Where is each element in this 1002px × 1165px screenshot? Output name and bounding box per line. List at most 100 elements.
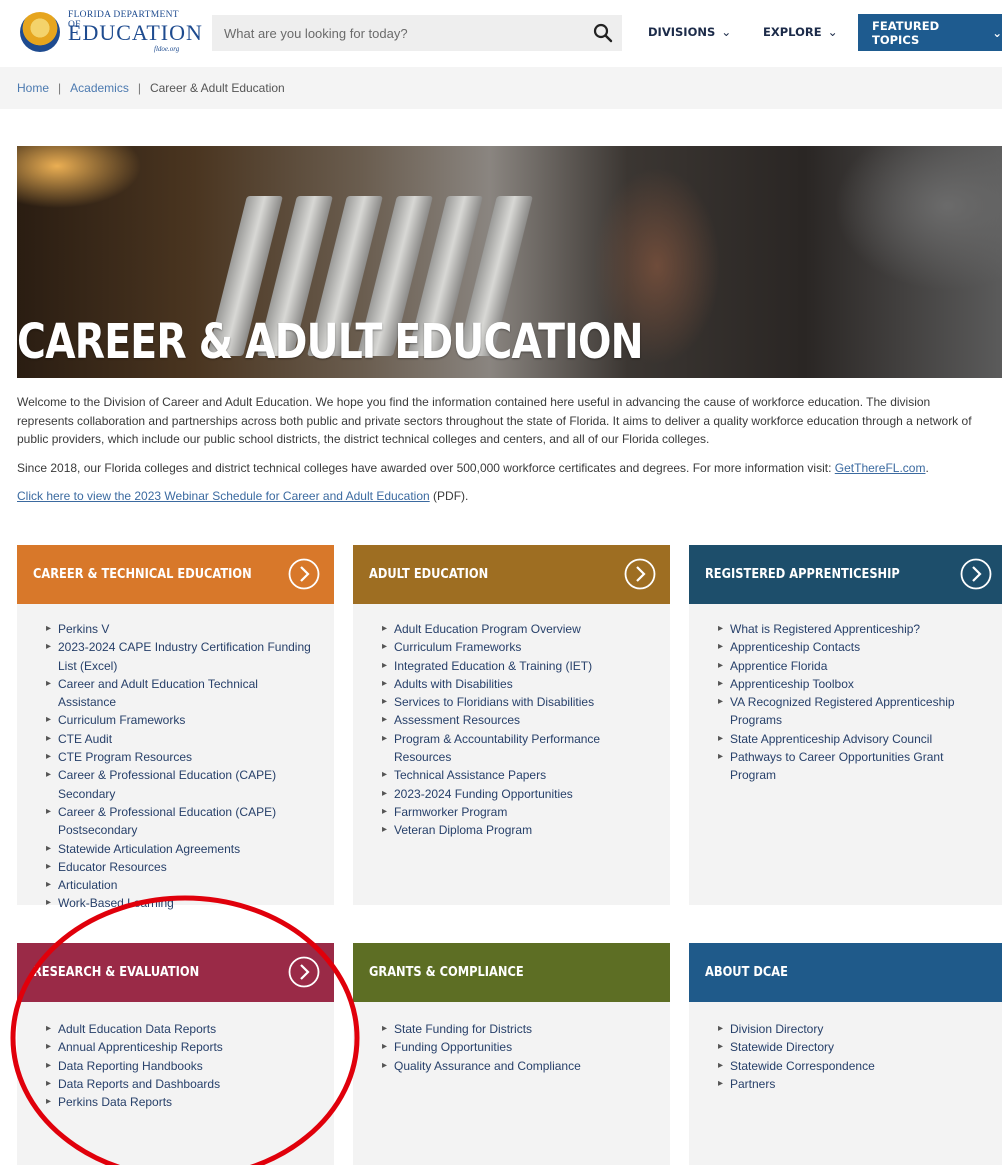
card-adult-education: ADULT EDUCATION Adult Education Program … [353, 545, 670, 905]
breadcrumb-home[interactable]: Home [17, 81, 49, 95]
list-item[interactable]: VA Recognized Registered Apprenticeship … [718, 693, 986, 730]
card-link-list: What is Registered Apprenticeship? Appre… [689, 604, 1002, 785]
search-input[interactable] [212, 15, 596, 51]
list-item[interactable]: Annual Apprenticeship Reports [46, 1038, 314, 1057]
breadcrumb: Home | Academics | Career & Adult Educat… [0, 67, 1002, 109]
list-item[interactable]: Statewide Directory [718, 1038, 986, 1057]
page-title: CAREER & ADULT EDUCATION [17, 314, 644, 370]
list-item[interactable]: Work-Based Learning [46, 894, 314, 913]
list-item[interactable]: Perkins Data Reports [46, 1093, 314, 1112]
list-item[interactable]: Technical Assistance Papers [382, 766, 650, 785]
card-title: RESEARCH & EVALUATION [33, 965, 200, 980]
search-icon[interactable] [592, 22, 614, 44]
list-item[interactable]: Services to Floridians with Disabilities [382, 693, 650, 712]
list-item[interactable]: Apprentice Florida [718, 657, 986, 676]
list-item[interactable]: Farmworker Program [382, 803, 650, 822]
card-career-technical-education: CAREER & TECHNICAL EDUCATION Perkins V 2… [17, 545, 334, 913]
webinar-schedule-link[interactable]: Click here to view the 2023 Webinar Sche… [17, 489, 430, 503]
list-item[interactable]: Career & Professional Education (CAPE) S… [46, 766, 314, 803]
card-title: ABOUT DCAE [705, 965, 788, 980]
nav-divisions-label: DIVISIONS [648, 25, 716, 39]
card-header[interactable]: ADULT EDUCATION [353, 545, 670, 604]
arrow-right-circle-icon[interactable] [288, 558, 320, 590]
card-about-dcae: ABOUT DCAE Division Directory Statewide … [689, 943, 1002, 1165]
list-item[interactable]: Curriculum Frameworks [382, 638, 650, 657]
card-research-evaluation: RESEARCH & EVALUATION Adult Education Da… [17, 943, 334, 1165]
card-title: REGISTERED APPRENTICESHIP [705, 567, 900, 582]
nav-explore-label: EXPLORE [763, 25, 822, 39]
list-item[interactable]: Program & Accountability Performance Res… [382, 730, 650, 767]
list-item[interactable]: 2023-2024 Funding Opportunities [382, 785, 650, 804]
list-item[interactable]: State Apprenticeship Advisory Council [718, 730, 986, 749]
hero-banner: CAREER & ADULT EDUCATION [17, 146, 1002, 378]
list-item[interactable]: Career & Professional Education (CAPE) P… [46, 803, 314, 840]
logo-line-3: fldoe.org [154, 45, 180, 53]
card-grants-compliance: GRANTS & COMPLIANCE State Funding for Di… [353, 943, 670, 1165]
card-header[interactable]: RESEARCH & EVALUATION [17, 943, 334, 1002]
intro-paragraph-2: Since 2018, our Florida colleges and dis… [17, 460, 929, 475]
list-item[interactable]: Statewide Articulation Agreements [46, 840, 314, 859]
list-item[interactable]: Data Reporting Handbooks [46, 1057, 314, 1076]
list-item[interactable]: Pathways to Career Opportunities Grant P… [718, 748, 986, 785]
list-item[interactable]: Perkins V [46, 620, 314, 639]
card-link-list: Adult Education Data Reports Annual Appr… [17, 1002, 334, 1112]
list-item[interactable]: What is Registered Apprenticeship? [718, 620, 986, 639]
intro-text: Welcome to the Division of Career and Ad… [17, 393, 987, 516]
card-link-list: Perkins V 2023-2024 CAPE Industry Certif… [17, 604, 334, 913]
chevron-down-icon: ⌄ [721, 25, 732, 39]
list-item[interactable]: Statewide Correspondence [718, 1057, 986, 1076]
list-item[interactable]: Adults with Disabilities [382, 675, 650, 694]
card-title: ADULT EDUCATION [369, 567, 489, 582]
list-item[interactable]: Veteran Diploma Program [382, 821, 650, 840]
getthere-link[interactable]: GetThereFL.com [835, 461, 926, 475]
list-item[interactable]: Assessment Resources [382, 711, 650, 730]
nav-divisions[interactable]: DIVISIONS ⌄ [648, 25, 731, 39]
nav-featured-topics[interactable]: FEATURED TOPICS ⌄ [858, 14, 1002, 51]
intro-paragraph-3: Click here to view the 2023 Webinar Sche… [17, 489, 469, 503]
list-item[interactable]: CTE Program Resources [46, 748, 314, 767]
list-item[interactable]: Partners [718, 1075, 986, 1094]
chevron-down-icon: ⌄ [992, 25, 1002, 40]
list-item[interactable]: Apprenticeship Toolbox [718, 675, 986, 694]
breadcrumb-academics[interactable]: Academics [70, 81, 129, 95]
list-item[interactable]: Adult Education Data Reports [46, 1020, 314, 1039]
list-item[interactable]: Division Directory [718, 1020, 986, 1039]
search-box [212, 15, 622, 51]
card-header[interactable]: ABOUT DCAE [689, 943, 1002, 1002]
chevron-down-icon: ⌄ [827, 25, 838, 39]
list-item[interactable]: Funding Opportunities [382, 1038, 650, 1057]
arrow-right-circle-icon[interactable] [624, 558, 656, 590]
card-link-list: Division Directory Statewide Directory S… [689, 1002, 1002, 1093]
card-title: GRANTS & COMPLIANCE [369, 965, 524, 980]
intro-paragraph: Welcome to the Division of Career and Ad… [17, 395, 972, 446]
state-seal-icon [20, 12, 60, 52]
list-item[interactable]: Educator Resources [46, 858, 314, 877]
list-item[interactable]: Data Reports and Dashboards [46, 1075, 314, 1094]
list-item[interactable]: Articulation [46, 876, 314, 895]
breadcrumb-separator: | [58, 81, 62, 95]
nav-featured-label: FEATURED TOPICS [872, 18, 940, 47]
list-item[interactable]: Quality Assurance and Compliance [382, 1057, 650, 1076]
list-item[interactable]: State Funding for Districts [382, 1020, 650, 1039]
logo-line-2: EDUCATION [68, 20, 203, 45]
list-item[interactable]: Apprenticeship Contacts [718, 638, 986, 657]
fldoe-logo[interactable]: FLORIDA DEPARTMENT OF EDUCATION fldoe.or… [14, 8, 202, 54]
list-item[interactable]: Integrated Education & Training (IET) [382, 657, 650, 676]
list-item[interactable]: 2023-2024 CAPE Industry Certification Fu… [46, 638, 314, 675]
nav-explore[interactable]: EXPLORE ⌄ [763, 25, 838, 39]
card-link-list: State Funding for Districts Funding Oppo… [353, 1002, 670, 1075]
arrow-right-circle-icon[interactable] [960, 558, 992, 590]
card-title: CAREER & TECHNICAL EDUCATION [33, 567, 252, 582]
list-item[interactable]: Adult Education Program Overview [382, 620, 650, 639]
breadcrumb-separator: | [137, 81, 141, 95]
card-header[interactable]: REGISTERED APPRENTICESHIP [689, 545, 1002, 604]
list-item[interactable]: Career and Adult Education Technical Ass… [46, 675, 314, 712]
list-item[interactable]: CTE Audit [46, 730, 314, 749]
list-item[interactable]: Curriculum Frameworks [46, 711, 314, 730]
card-header[interactable]: GRANTS & COMPLIANCE [353, 943, 670, 1002]
card-registered-apprenticeship: REGISTERED APPRENTICESHIP What is Regist… [689, 545, 1002, 905]
arrow-right-circle-icon[interactable] [288, 956, 320, 988]
card-link-list: Adult Education Program Overview Curricu… [353, 604, 670, 840]
card-header[interactable]: CAREER & TECHNICAL EDUCATION [17, 545, 334, 604]
breadcrumb-current: Career & Adult Education [149, 81, 285, 95]
